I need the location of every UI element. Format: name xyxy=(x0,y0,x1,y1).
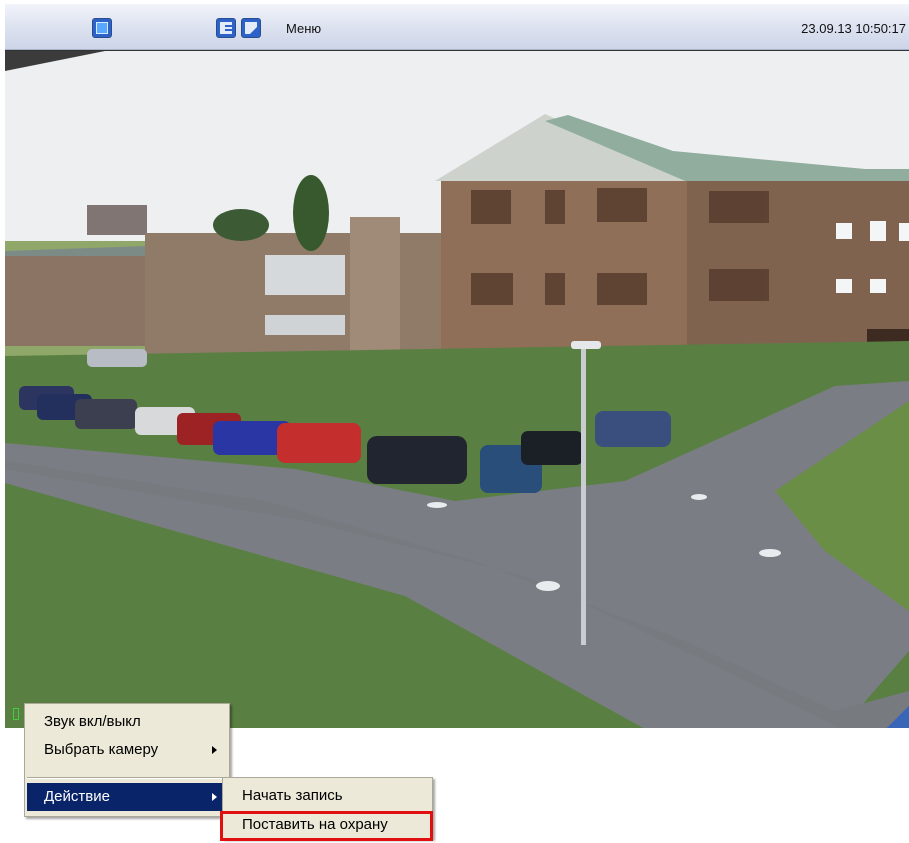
arrow-up-right-icon xyxy=(245,22,257,34)
osd-marker-icon xyxy=(13,708,19,720)
annotation-highlight-box xyxy=(220,811,433,841)
corner-expand-tab[interactable] xyxy=(887,706,909,728)
camera-feed-image[interactable] xyxy=(5,50,909,728)
submenu-arrow-icon xyxy=(212,793,217,801)
video-toolbar: Меню 23.09.13 10:50:17 xyxy=(5,4,909,50)
camera-view-icon xyxy=(96,22,108,34)
menu-link[interactable]: Меню xyxy=(286,21,321,36)
menu-item-label: Звук вкл/выкл xyxy=(44,713,141,730)
menu-item-label: Начать запись xyxy=(242,787,343,804)
menu-item-select-camera[interactable]: Выбрать камеру xyxy=(27,736,227,764)
camera-list-button[interactable] xyxy=(216,18,236,38)
arrow-button[interactable] xyxy=(241,18,261,38)
menu-item-start-recording[interactable]: Начать запись xyxy=(225,782,430,810)
menu-item-action[interactable]: Действие xyxy=(27,783,227,811)
camera-list-icon xyxy=(220,22,233,34)
surveillance-scene xyxy=(5,51,909,728)
camera-view-button[interactable] xyxy=(92,18,112,38)
submenu-arrow-icon xyxy=(212,746,217,754)
menu-item-label: Действие xyxy=(44,788,110,805)
menu-separator xyxy=(27,777,227,779)
menu-item-sound-toggle[interactable]: Звук вкл/выкл xyxy=(27,708,227,736)
menu-item-label: Выбрать камеру xyxy=(44,741,159,758)
context-menu: Звук вкл/выкл Выбрать камеру Действие xyxy=(24,703,230,817)
datetime-label: 23.09.13 10:50:17 xyxy=(801,21,906,36)
